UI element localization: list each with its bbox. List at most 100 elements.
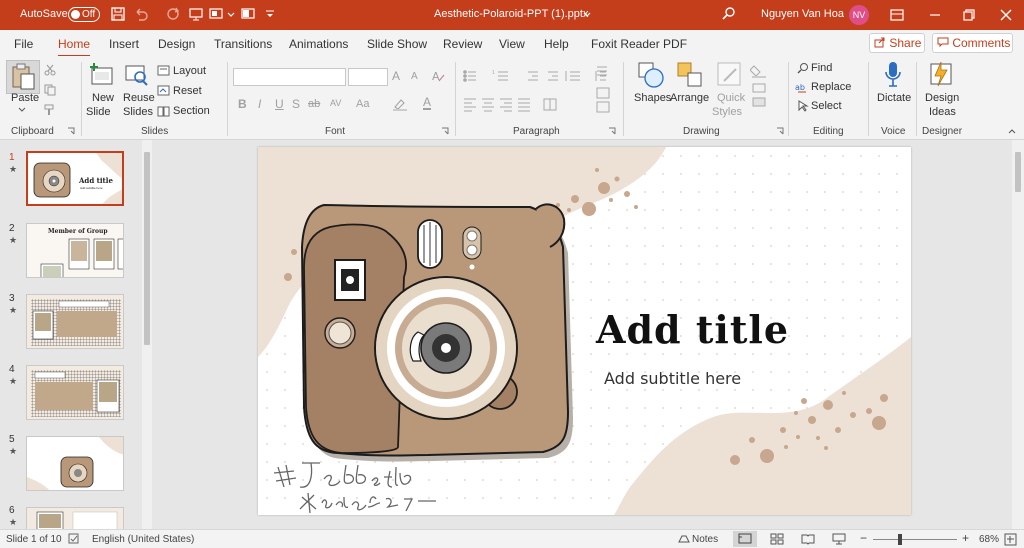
reading-view-icon[interactable] bbox=[801, 533, 815, 545]
notes-button[interactable]: Notes bbox=[692, 534, 718, 545]
paste-button[interactable] bbox=[6, 60, 40, 94]
save-icon[interactable] bbox=[110, 6, 126, 22]
replace-icon[interactable]: ab bbox=[795, 81, 809, 93]
slideshow-icon[interactable] bbox=[240, 6, 256, 22]
tab-review[interactable]: Review bbox=[443, 37, 482, 51]
section-icon[interactable] bbox=[157, 106, 170, 117]
find-button[interactable]: Find bbox=[811, 62, 832, 74]
shadow-button[interactable]: S bbox=[292, 97, 300, 111]
thumbnail-slide-6[interactable] bbox=[26, 507, 124, 529]
text-direction-icons[interactable] bbox=[594, 64, 616, 114]
copy-icon[interactable] bbox=[44, 84, 56, 96]
highlight-icon[interactable] bbox=[392, 97, 410, 111]
reset-button[interactable]: Reset bbox=[173, 85, 202, 97]
chevron-down-icon[interactable] bbox=[582, 6, 592, 22]
collapse-ribbon-icon[interactable] bbox=[1007, 127, 1017, 135]
italic-button[interactable]: I bbox=[258, 97, 261, 111]
tab-file[interactable]: File bbox=[14, 37, 33, 51]
dialog-launcher-icon[interactable] bbox=[776, 127, 784, 135]
accessibility-check-icon[interactable] bbox=[68, 533, 80, 545]
thumbnail-slide-5[interactable] bbox=[26, 436, 124, 491]
restore-icon[interactable] bbox=[959, 5, 979, 25]
slide-title[interactable]: Add title bbox=[596, 307, 789, 352]
arrange-icon[interactable] bbox=[676, 61, 704, 89]
search-icon[interactable] bbox=[721, 6, 737, 22]
grow-font-button[interactable]: A bbox=[392, 69, 400, 83]
bold-button[interactable]: B bbox=[238, 97, 247, 111]
strikethrough-button[interactable]: ab bbox=[308, 98, 320, 110]
slide-canvas[interactable] bbox=[258, 147, 911, 515]
file-name[interactable]: Aesthetic-Polaroid-PPT (1).pptx bbox=[434, 8, 588, 20]
quick-styles-icon[interactable] bbox=[716, 61, 744, 89]
dialog-launcher-icon[interactable] bbox=[441, 127, 449, 135]
slideshow-view-icon[interactable] bbox=[832, 533, 846, 545]
tab-slide-show[interactable]: Slide Show bbox=[367, 37, 427, 51]
section-button[interactable]: Section bbox=[173, 105, 210, 117]
minimize-icon[interactable] bbox=[925, 5, 945, 25]
shapes-icon[interactable] bbox=[637, 61, 665, 89]
zoom-in-button[interactable]: + bbox=[962, 531, 969, 545]
dialog-launcher-icon[interactable] bbox=[67, 127, 75, 135]
notes-icon[interactable] bbox=[678, 534, 690, 544]
shape-fill-icons[interactable] bbox=[750, 62, 772, 114]
clear-formatting-icon[interactable]: A bbox=[431, 69, 445, 83]
new-slide-icon[interactable] bbox=[89, 62, 115, 88]
zoom-level[interactable]: 68% bbox=[979, 534, 999, 545]
zoom-out-button[interactable]: − bbox=[860, 531, 867, 545]
tab-home[interactable]: Home bbox=[58, 37, 91, 57]
language-indicator[interactable]: English (United States) bbox=[92, 534, 194, 545]
reuse-slides-icon[interactable] bbox=[124, 62, 150, 88]
thumbnail-slide-4[interactable] bbox=[26, 365, 124, 420]
thumbnail-slide-3[interactable] bbox=[26, 294, 124, 349]
microphone-icon[interactable] bbox=[882, 60, 904, 90]
tab-view[interactable]: View bbox=[499, 37, 525, 51]
tab-foxit-reader-pdf[interactable]: Foxit Reader PDF bbox=[591, 37, 687, 51]
avatar[interactable]: NV bbox=[849, 5, 869, 25]
slide-sorter-icon[interactable] bbox=[770, 533, 784, 545]
redo-icon[interactable] bbox=[165, 6, 181, 22]
tab-animations[interactable]: Animations bbox=[289, 37, 348, 51]
present-icon[interactable] bbox=[208, 6, 224, 22]
thumbnail-scrollbar[interactable] bbox=[142, 140, 152, 529]
autosave-toggle[interactable]: Off bbox=[68, 7, 100, 22]
chevron-down-icon[interactable] bbox=[17, 106, 27, 114]
from-beginning-icon[interactable] bbox=[188, 6, 204, 22]
character-spacing-button[interactable]: AV bbox=[330, 98, 341, 108]
tab-insert[interactable]: Insert bbox=[109, 37, 139, 51]
underline-button[interactable]: U bbox=[275, 97, 284, 111]
close-icon[interactable] bbox=[996, 5, 1016, 25]
share-button[interactable]: Share bbox=[869, 33, 925, 53]
reset-icon[interactable] bbox=[157, 85, 170, 96]
zoom-slider-thumb[interactable] bbox=[898, 534, 902, 545]
dialog-launcher-icon[interactable] bbox=[608, 127, 616, 135]
font-size-field[interactable] bbox=[348, 68, 388, 86]
customize-toolbar-icon[interactable] bbox=[264, 6, 276, 22]
layout-button[interactable]: Layout bbox=[173, 65, 206, 77]
layout-icon[interactable] bbox=[157, 65, 170, 76]
normal-view-button[interactable] bbox=[733, 531, 757, 547]
chevron-down-icon[interactable] bbox=[226, 6, 236, 22]
font-color-button[interactable]: A bbox=[423, 96, 432, 110]
font-family-field[interactable] bbox=[233, 68, 346, 86]
editor-scrollbar[interactable] bbox=[1012, 140, 1024, 529]
shrink-font-button[interactable]: A bbox=[411, 71, 418, 82]
alignment-icons[interactable] bbox=[462, 96, 574, 112]
fit-to-window-icon[interactable] bbox=[1004, 533, 1017, 546]
zoom-slider[interactable] bbox=[873, 539, 957, 540]
tab-transitions[interactable]: Transitions bbox=[214, 37, 272, 51]
undo-icon[interactable] bbox=[133, 6, 149, 22]
tab-help[interactable]: Help bbox=[544, 37, 569, 51]
select-button[interactable]: Select bbox=[811, 100, 842, 112]
ribbon-display-icon[interactable] bbox=[887, 5, 907, 25]
change-case-button[interactable]: Aa bbox=[356, 98, 369, 110]
slide-subtitle[interactable]: Add subtitle here bbox=[604, 369, 741, 388]
find-icon[interactable] bbox=[797, 62, 809, 74]
thumbnail-slide-1[interactable]: Add title Add subtitle here bbox=[26, 151, 124, 206]
replace-button[interactable]: Replace bbox=[811, 81, 851, 93]
thumbnail-slide-2[interactable]: Member of Group bbox=[26, 223, 124, 278]
design-ideas-icon[interactable] bbox=[928, 60, 954, 88]
cut-icon[interactable] bbox=[44, 64, 56, 76]
tab-design[interactable]: Design bbox=[158, 37, 195, 51]
comments-button[interactable]: Comments bbox=[932, 33, 1013, 53]
user-name[interactable]: Nguyen Van Hoa bbox=[761, 8, 844, 20]
